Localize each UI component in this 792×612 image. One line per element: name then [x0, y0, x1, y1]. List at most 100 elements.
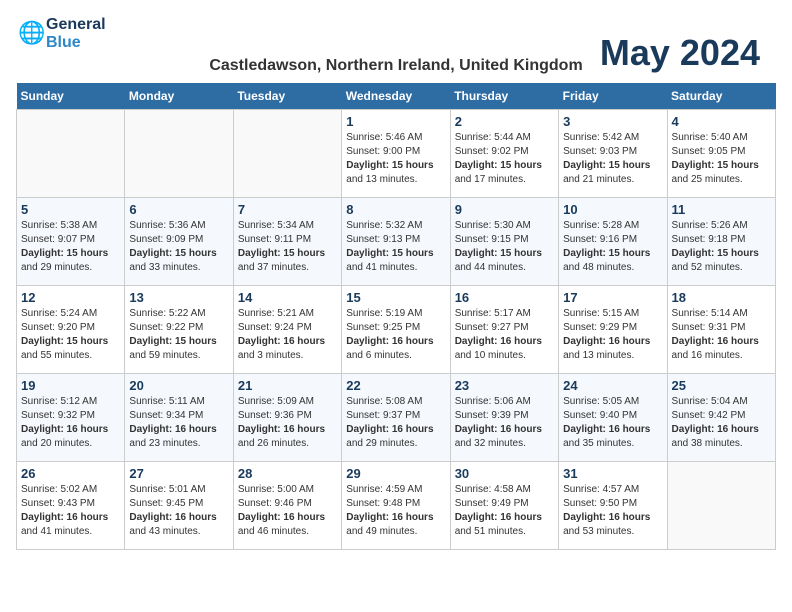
day-info: Sunrise: 5:01 AMSunset: 9:45 PMDaylight:…	[129, 483, 228, 539]
day-number: 26	[21, 466, 120, 481]
calendar-cell: 28 Sunrise: 5:00 AMSunset: 9:46 PMDayligh…	[233, 462, 341, 550]
logo-text: GeneralBlue	[46, 16, 106, 51]
day-number: 7	[238, 202, 337, 217]
calendar-cell: 29Sunrise: 4:59 AMSunset: 9:48 PMDayligh…	[342, 462, 450, 550]
day-info: Sunrise: 5:42 AMSunset: 9:03 PMDaylight:…	[563, 131, 662, 187]
calendar-cell: 13 Sunrise: 5:22 AMSunset: 9:22 PMDayligh…	[125, 286, 233, 374]
svg-text:🌐: 🌐	[18, 20, 44, 45]
weekday-header-row: SundayMondayTuesdayWednesdayThursdayFrid…	[17, 83, 776, 110]
calendar-cell: 16 Sunrise: 5:17 AMSunset: 9:27 PMDayligh…	[450, 286, 558, 374]
logo: 🌐 GeneralBlue	[16, 16, 106, 51]
weekday-header-thursday: Thursday	[450, 83, 558, 110]
day-number: 28	[238, 466, 337, 481]
calendar-cell: 18Sunrise: 5:14 AMSunset: 9:31 PMDayligh…	[667, 286, 775, 374]
day-info: Sunrise: 4:58 AMSunset: 9:49 PMDaylight:…	[455, 483, 554, 539]
calendar-cell: 14Sunrise: 5:21 AMSunset: 9:24 PMDayligh…	[233, 286, 341, 374]
day-number: 31	[563, 466, 662, 481]
day-number: 13	[129, 290, 228, 305]
calendar-cell: 19Sunrise: 5:12 AMSunset: 9:32 PMDayligh…	[17, 374, 125, 462]
calendar-cell: 31Sunrise: 4:57 AMSunset: 9:50 PMDayligh…	[559, 462, 667, 550]
calendar-week-row: 1 Sunrise: 5:46 AMSunset: 9:00 PMDaylight…	[17, 110, 776, 198]
day-number: 18	[672, 290, 771, 305]
day-number: 19	[21, 378, 120, 393]
day-number: 25	[672, 378, 771, 393]
day-number: 1	[346, 114, 445, 129]
day-number: 4	[672, 114, 771, 129]
calendar-cell: 15 Sunrise: 5:19 AMSunset: 9:25 PMDayligh…	[342, 286, 450, 374]
calendar-week-row: 19Sunrise: 5:12 AMSunset: 9:32 PMDayligh…	[17, 374, 776, 462]
calendar-cell: 23Sunrise: 5:06 AMSunset: 9:39 PMDayligh…	[450, 374, 558, 462]
calendar-cell: 2Sunrise: 5:44 AMSunset: 9:02 PMDaylight…	[450, 110, 558, 198]
calendar-cell: 30 Sunrise: 4:58 AMSunset: 9:49 PMDayligh…	[450, 462, 558, 550]
calendar-cell: 27 Sunrise: 5:01 AMSunset: 9:45 PMDayligh…	[125, 462, 233, 550]
calendar-cell: 25 Sunrise: 5:04 AMSunset: 9:42 PMDayligh…	[667, 374, 775, 462]
day-info: Sunrise: 5:11 AMSunset: 9:34 PMDaylight:…	[129, 395, 228, 451]
day-number: 15	[346, 290, 445, 305]
calendar-cell: 24 Sunrise: 5:05 AMSunset: 9:40 PMDayligh…	[559, 374, 667, 462]
day-info: Sunrise: 5:40 AMSunset: 9:05 PMDaylight:…	[672, 131, 771, 187]
day-info: Sunrise: 5:17 AMSunset: 9:27 PMDaylight:…	[455, 307, 554, 363]
weekday-header-monday: Monday	[125, 83, 233, 110]
day-number: 11	[672, 202, 771, 217]
day-info: Sunrise: 5:02 AMSunset: 9:43 PMDaylight:…	[21, 483, 120, 539]
calendar-cell	[233, 110, 341, 198]
day-info: Sunrise: 5:38 AMSunset: 9:07 PMDaylight:…	[21, 219, 120, 275]
day-number: 9	[455, 202, 554, 217]
calendar-cell: 20 Sunrise: 5:11 AMSunset: 9:34 PMDayligh…	[125, 374, 233, 462]
weekday-header-wednesday: Wednesday	[342, 83, 450, 110]
day-info: Sunrise: 5:34 AMSunset: 9:11 PMDaylight:…	[238, 219, 337, 275]
day-number: 8	[346, 202, 445, 217]
day-info: Sunrise: 5:06 AMSunset: 9:39 PMDaylight:…	[455, 395, 554, 451]
calendar-cell: 3 Sunrise: 5:42 AMSunset: 9:03 PMDaylight…	[559, 110, 667, 198]
day-info: Sunrise: 5:15 AMSunset: 9:29 PMDaylight:…	[563, 307, 662, 363]
calendar-cell	[667, 462, 775, 550]
calendar-cell: 22 Sunrise: 5:08 AMSunset: 9:37 PMDayligh…	[342, 374, 450, 462]
calendar-cell	[17, 110, 125, 198]
day-info: Sunrise: 5:26 AMSunset: 9:18 PMDaylight:…	[672, 219, 771, 275]
day-number: 3	[563, 114, 662, 129]
weekday-header-saturday: Saturday	[667, 83, 775, 110]
calendar-cell: 17 Sunrise: 5:15 AMSunset: 9:29 PMDayligh…	[559, 286, 667, 374]
day-info: Sunrise: 5:32 AMSunset: 9:13 PMDaylight:…	[346, 219, 445, 275]
day-info: Sunrise: 4:59 AMSunset: 9:48 PMDaylight:…	[346, 483, 445, 539]
day-number: 20	[129, 378, 228, 393]
calendar-cell: 1 Sunrise: 5:46 AMSunset: 9:00 PMDaylight…	[342, 110, 450, 198]
calendar-week-row: 26 Sunrise: 5:02 AMSunset: 9:43 PMDayligh…	[17, 462, 776, 550]
calendar-cell: 21Sunrise: 5:09 AMSunset: 9:36 PMDayligh…	[233, 374, 341, 462]
day-number: 6	[129, 202, 228, 217]
day-number: 21	[238, 378, 337, 393]
logo-icon: 🌐	[16, 20, 44, 48]
calendar-cell: 26 Sunrise: 5:02 AMSunset: 9:43 PMDayligh…	[17, 462, 125, 550]
day-number: 16	[455, 290, 554, 305]
day-info: Sunrise: 5:00 AMSunset: 9:46 PMDaylight:…	[238, 483, 337, 539]
day-number: 27	[129, 466, 228, 481]
calendar-cell: 7 Sunrise: 5:34 AMSunset: 9:11 PMDaylight…	[233, 198, 341, 286]
day-number: 22	[346, 378, 445, 393]
day-info: Sunrise: 5:46 AMSunset: 9:00 PMDaylight:…	[346, 131, 445, 187]
calendar-cell: 10Sunrise: 5:28 AMSunset: 9:16 PMDayligh…	[559, 198, 667, 286]
day-info: Sunrise: 5:24 AMSunset: 9:20 PMDaylight:…	[21, 307, 120, 363]
calendar-table: SundayMondayTuesdayWednesdayThursdayFrid…	[16, 83, 776, 550]
calendar-week-row: 12 Sunrise: 5:24 AMSunset: 9:20 PMDayligh…	[17, 286, 776, 374]
day-number: 24	[563, 378, 662, 393]
day-info: Sunrise: 5:05 AMSunset: 9:40 PMDaylight:…	[563, 395, 662, 451]
day-info: Sunrise: 5:04 AMSunset: 9:42 PMDaylight:…	[672, 395, 771, 451]
day-number: 2	[455, 114, 554, 129]
day-number: 12	[21, 290, 120, 305]
weekday-header-tuesday: Tuesday	[233, 83, 341, 110]
calendar-cell: 12 Sunrise: 5:24 AMSunset: 9:20 PMDayligh…	[17, 286, 125, 374]
calendar-cell	[125, 110, 233, 198]
weekday-header-sunday: Sunday	[17, 83, 125, 110]
day-number: 30	[455, 466, 554, 481]
month-year-title: May 2024	[600, 32, 760, 74]
day-number: 17	[563, 290, 662, 305]
day-info: Sunrise: 5:22 AMSunset: 9:22 PMDaylight:…	[129, 307, 228, 363]
day-info: Sunrise: 5:28 AMSunset: 9:16 PMDaylight:…	[563, 219, 662, 275]
day-info: Sunrise: 5:19 AMSunset: 9:25 PMDaylight:…	[346, 307, 445, 363]
calendar-week-row: 5Sunrise: 5:38 AMSunset: 9:07 PMDaylight…	[17, 198, 776, 286]
day-info: Sunrise: 5:36 AMSunset: 9:09 PMDaylight:…	[129, 219, 228, 275]
day-number: 14	[238, 290, 337, 305]
day-info: Sunrise: 5:30 AMSunset: 9:15 PMDaylight:…	[455, 219, 554, 275]
calendar-cell: 11 Sunrise: 5:26 AMSunset: 9:18 PMDayligh…	[667, 198, 775, 286]
day-info: Sunrise: 5:08 AMSunset: 9:37 PMDaylight:…	[346, 395, 445, 451]
